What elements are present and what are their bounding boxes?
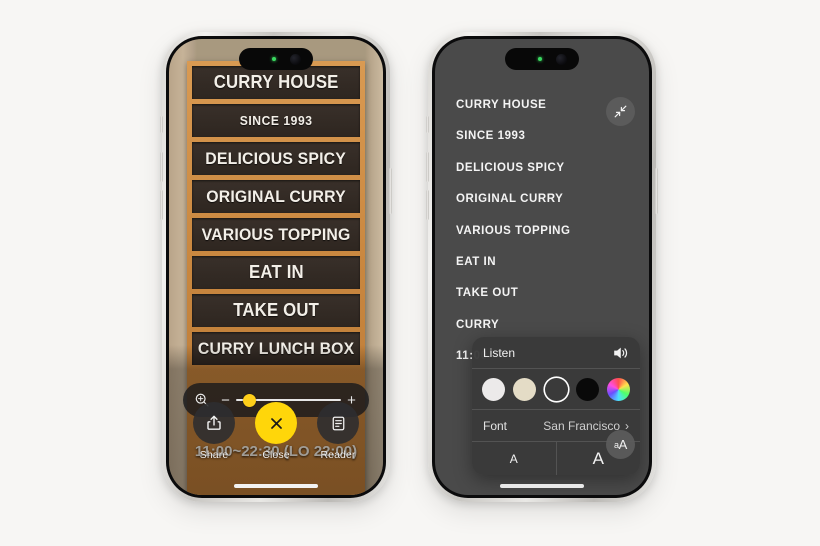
sign-panel: DELICIOUS SPICY [192, 142, 360, 175]
font-value: San Francisco [543, 418, 620, 433]
text-format-button[interactable]: aA [606, 430, 635, 459]
sign-panel-text: VARIOUS TOPPING [201, 224, 351, 244]
sign-panel-text: DELICIOUS SPICY [205, 148, 347, 168]
reader-button-circle[interactable] [317, 402, 359, 444]
reader-view: CURRY HOUSE SINCE 1993 DELICIOUS SPICY O… [435, 39, 649, 495]
power-button[interactable] [655, 168, 658, 214]
iphone-left-detection-mode: CURRY HOUSE SINCE 1993 DELICIOUS SPICY O… [160, 32, 392, 502]
theme-swatch-white[interactable] [482, 377, 505, 401]
volume-down-button[interactable] [426, 190, 429, 220]
theme-swatch-row [472, 369, 640, 409]
sign-panel: TAKE OUT [192, 294, 360, 327]
phone-screen-right: CURRY HOUSE SINCE 1993 DELICIOUS SPICY O… [435, 39, 649, 495]
iphone-right-reader-mode: CURRY HOUSE SINCE 1993 DELICIOUS SPICY O… [426, 32, 658, 502]
speaker-wave-icon[interactable] [612, 346, 629, 360]
close-button-label: Close [262, 449, 290, 461]
front-camera-lens [290, 53, 301, 65]
dynamic-island [505, 48, 579, 70]
list-item[interactable]: TAKE OUT [456, 287, 635, 299]
reader-button-label: Reader [320, 449, 356, 461]
list-item[interactable]: DELICIOUS SPICY [456, 162, 635, 174]
reader-button[interactable]: Reader [310, 402, 366, 461]
volume-down-button[interactable] [160, 190, 163, 220]
reader-document-icon [332, 416, 344, 430]
volume-up-button[interactable] [426, 152, 429, 182]
action-button[interactable] [426, 116, 429, 133]
theme-swatch-black[interactable] [575, 377, 599, 401]
phone-screen-left: CURRY HOUSE SINCE 1993 DELICIOUS SPICY O… [169, 39, 383, 495]
collapse-arrows-icon [614, 105, 627, 118]
phone-bezel: CURRY HOUSE SINCE 1993 DELICIOUS SPICY O… [432, 36, 652, 498]
share-button[interactable]: Share [186, 402, 242, 461]
sign-panel: VARIOUS TOPPING [192, 218, 360, 251]
camera-active-indicator [272, 57, 276, 61]
sign-panel: ORIGINAL CURRY [192, 180, 360, 213]
list-item[interactable]: CURRY [456, 319, 635, 331]
list-item[interactable]: VARIOUS TOPPING [456, 225, 635, 237]
close-button-circle[interactable] [255, 402, 297, 444]
sign-panel-text: EAT IN [248, 262, 304, 282]
sign-panel: CURRY LUNCH BOX [192, 332, 360, 365]
theme-swatch-custom-color-wheel[interactable] [607, 377, 630, 401]
close-button[interactable]: Close [248, 402, 304, 461]
listen-label: Listen [483, 345, 516, 360]
font-label: Font [483, 418, 508, 433]
front-camera-lens [556, 53, 567, 65]
close-x-icon [270, 417, 282, 429]
sign-panel-text: SINCE 1993 [239, 113, 313, 128]
collapse-button[interactable] [606, 97, 635, 126]
decrease-text-size-button[interactable]: A [472, 442, 557, 475]
list-item[interactable]: ORIGINAL CURRY [456, 193, 635, 205]
share-button-label: Share [199, 449, 229, 461]
volume-up-button[interactable] [160, 152, 163, 182]
sign-panel: SINCE 1993 [192, 104, 360, 137]
sign-panel-text: TAKE OUT [233, 300, 319, 320]
home-indicator[interactable] [500, 484, 584, 488]
sign-panel-text: ORIGINAL CURRY [206, 186, 346, 206]
share-button-circle[interactable] [193, 402, 235, 444]
home-indicator[interactable] [234, 484, 318, 488]
dynamic-island [239, 48, 313, 70]
action-button[interactable] [160, 116, 163, 133]
bottom-toolbar: Share Close Reader [169, 402, 383, 461]
sign-panel: EAT IN [192, 256, 360, 289]
sign-panel: CURRY HOUSE [192, 66, 360, 99]
list-item[interactable]: SINCE 1993 [456, 130, 635, 142]
format-large-a: A [618, 437, 628, 452]
power-button[interactable] [389, 168, 392, 214]
camera-active-indicator [538, 57, 542, 61]
listen-row[interactable]: Listen [472, 337, 640, 368]
list-item[interactable]: EAT IN [456, 256, 635, 268]
sign-panel-text: CURRY LUNCH BOX [197, 338, 355, 358]
share-upload-icon [207, 415, 221, 430]
sign-panel-text: CURRY HOUSE [213, 72, 339, 92]
theme-swatch-sepia[interactable] [513, 377, 537, 401]
theme-swatch-gray-selected[interactable] [544, 377, 568, 401]
phone-bezel: CURRY HOUSE SINCE 1993 DELICIOUS SPICY O… [166, 36, 386, 498]
